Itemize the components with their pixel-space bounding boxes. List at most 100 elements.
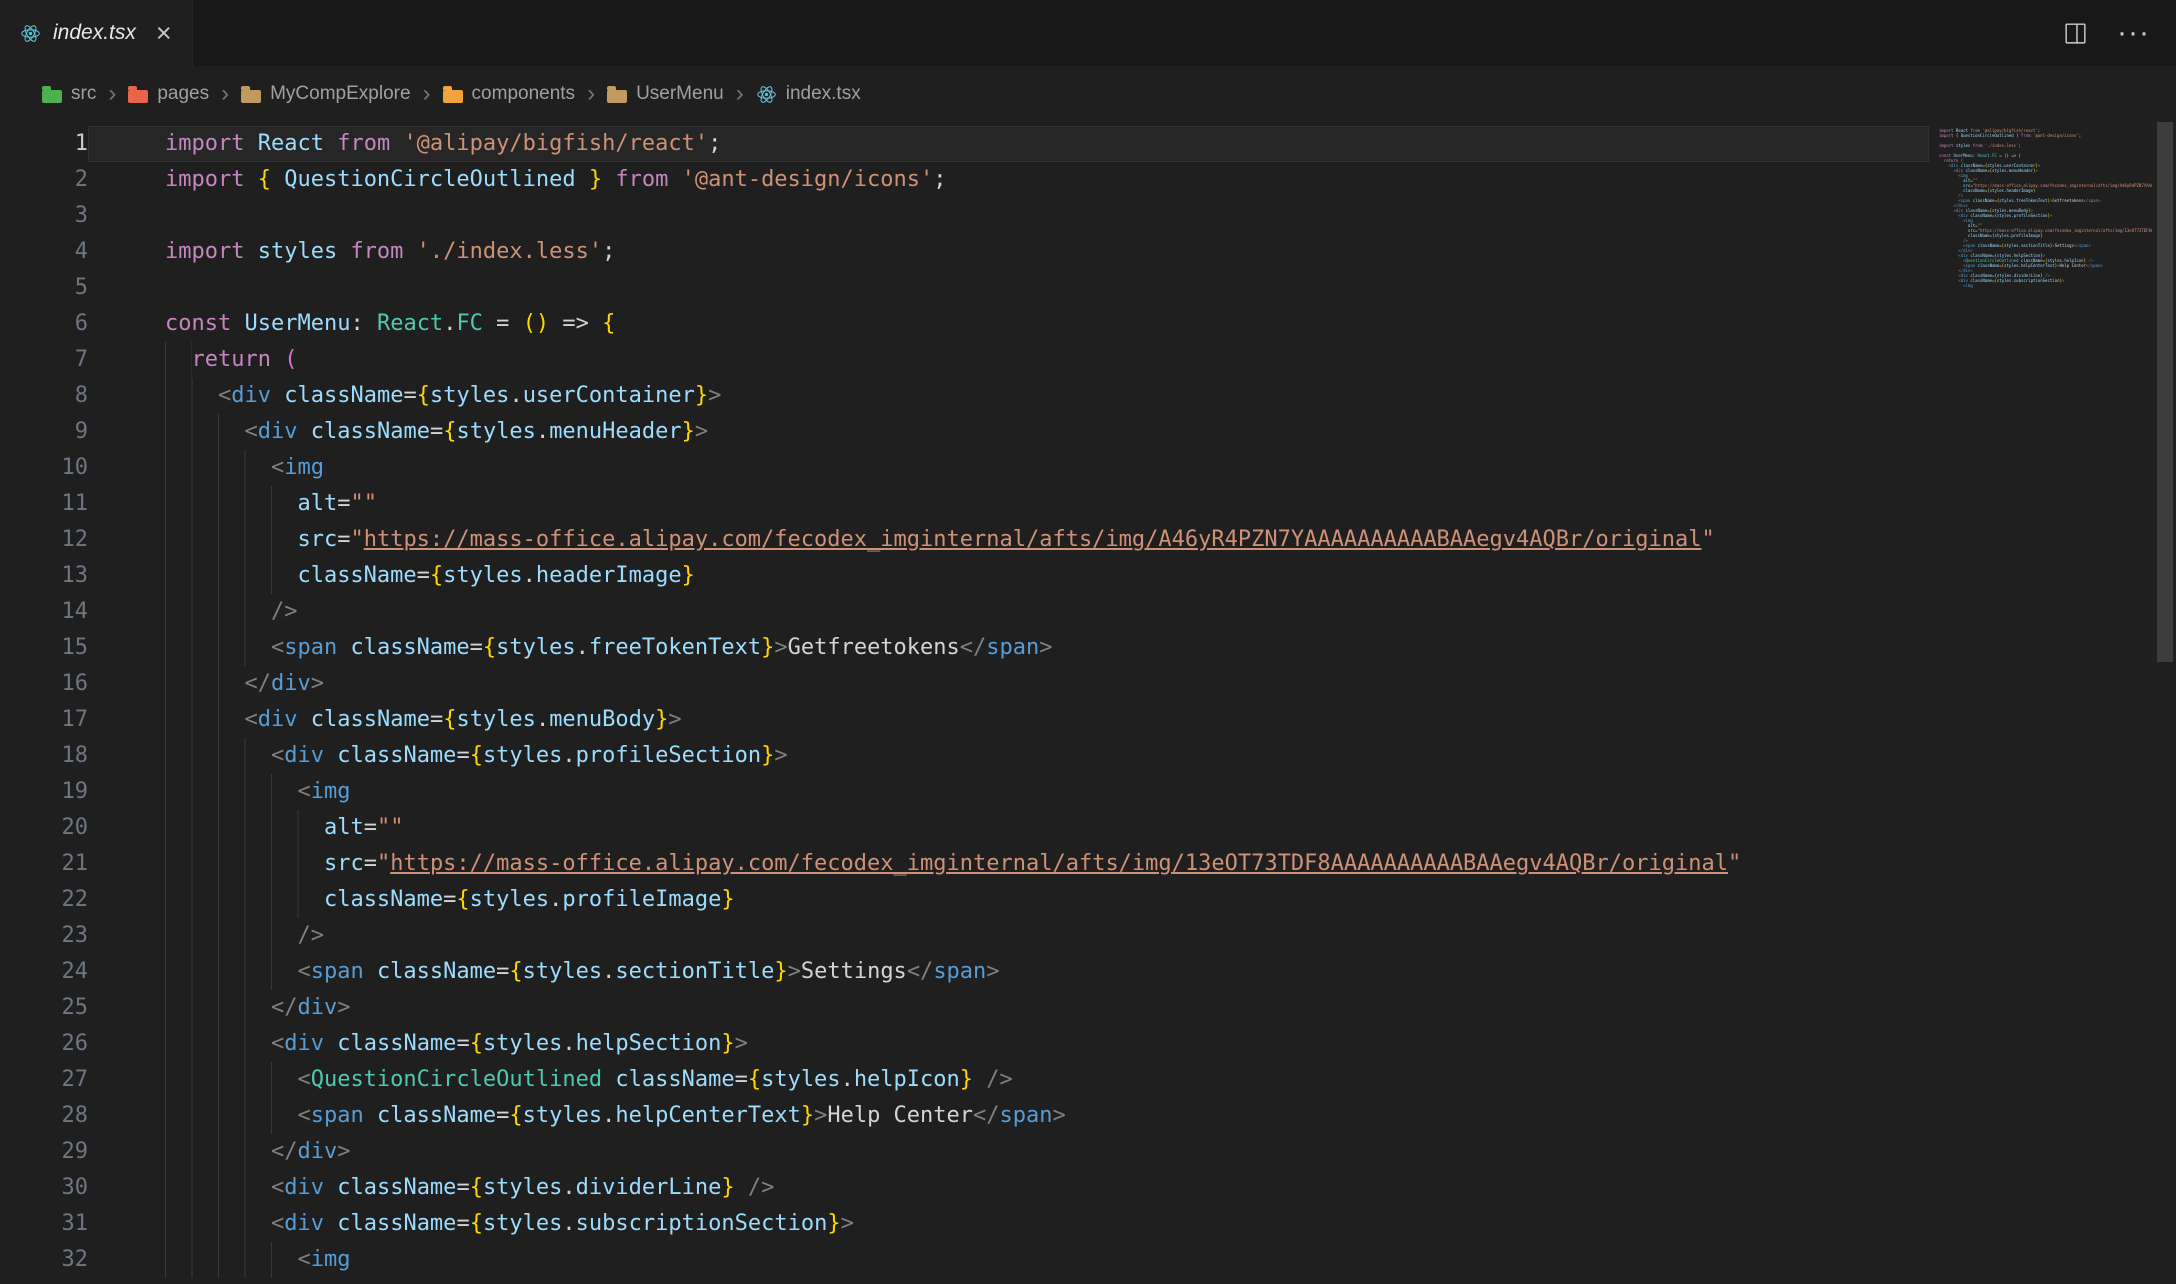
code-line-content[interactable]: <div className={styles.menuHeader}>: [88, 414, 1929, 450]
line-number[interactable]: 1: [0, 126, 88, 162]
code-line-content[interactable]: [88, 198, 1929, 234]
tab-index-tsx[interactable]: index.tsx ×: [0, 0, 193, 66]
line-number[interactable]: 20: [0, 810, 88, 846]
code-line-content[interactable]: src="https://mass-office.alipay.com/feco…: [88, 846, 1929, 882]
code-line-13[interactable]: 13 className={styles.headerImage}: [0, 558, 1929, 594]
code-area[interactable]: 1import React from '@alipay/bigfish/reac…: [0, 122, 1929, 1284]
code-line-content[interactable]: <div className={styles.subscriptionSecti…: [88, 1206, 1929, 1242]
code-line-30[interactable]: 30 <div className={styles.dividerLine} /…: [0, 1170, 1929, 1206]
breadcrumb-item-components[interactable]: components: [443, 83, 576, 105]
code-line-19[interactable]: 19 <img: [0, 774, 1929, 810]
code-line-20[interactable]: 20 alt="": [0, 810, 1929, 846]
split-editor-icon[interactable]: [2064, 22, 2087, 45]
code-line-1[interactable]: 1import React from '@alipay/bigfish/reac…: [0, 126, 1929, 162]
line-number[interactable]: 5: [0, 270, 88, 306]
breadcrumb-item-mycompexplore[interactable]: MyCompExplore: [241, 83, 410, 105]
minimap[interactable]: import React from '@alipay/bigfish/react…: [1929, 122, 2154, 1284]
more-actions-icon[interactable]: ···: [2117, 18, 2150, 48]
code-line-content[interactable]: <div className={styles.dividerLine} />: [88, 1170, 1929, 1206]
code-line-content[interactable]: import { QuestionCircleOutlined } from '…: [88, 162, 1929, 198]
code-line-content[interactable]: import React from '@alipay/bigfish/react…: [88, 126, 1929, 162]
line-number[interactable]: 12: [0, 522, 88, 558]
code-line-content[interactable]: <span className={styles.sectionTitle}>Se…: [88, 954, 1929, 990]
line-number[interactable]: 2: [0, 162, 88, 198]
code-line-content[interactable]: <div className={styles.menuBody}>: [88, 702, 1929, 738]
breadcrumb-item-src[interactable]: src: [42, 83, 96, 105]
line-number[interactable]: 7: [0, 342, 88, 378]
code-line-29[interactable]: 29 </div>: [0, 1134, 1929, 1170]
line-number[interactable]: 11: [0, 486, 88, 522]
vertical-scrollbar[interactable]: [2154, 122, 2176, 1284]
code-line-11[interactable]: 11 alt="": [0, 486, 1929, 522]
line-number[interactable]: 17: [0, 702, 88, 738]
code-line-15[interactable]: 15 <span className={styles.freeTokenText…: [0, 630, 1929, 666]
code-line-content[interactable]: <span className={styles.freeTokenText}>G…: [88, 630, 1929, 666]
line-number[interactable]: 21: [0, 846, 88, 882]
code-line-content[interactable]: className={styles.headerImage}: [88, 558, 1929, 594]
line-number[interactable]: 16: [0, 666, 88, 702]
code-line-3[interactable]: 3: [0, 198, 1929, 234]
code-line-content[interactable]: </div>: [88, 990, 1929, 1026]
breadcrumb-item-pages[interactable]: pages: [128, 83, 209, 105]
line-number[interactable]: 3: [0, 198, 88, 234]
line-number[interactable]: 28: [0, 1098, 88, 1134]
code-line-9[interactable]: 9 <div className={styles.menuHeader}>: [0, 414, 1929, 450]
code-line-content[interactable]: </div>: [88, 1134, 1929, 1170]
line-number[interactable]: 18: [0, 738, 88, 774]
code-line-content[interactable]: <img: [88, 450, 1929, 486]
line-number[interactable]: 27: [0, 1062, 88, 1098]
code-line-7[interactable]: 7 return (: [0, 342, 1929, 378]
line-number[interactable]: 4: [0, 234, 88, 270]
code-line-6[interactable]: 6const UserMenu: React.FC = () => {: [0, 306, 1929, 342]
scrollbar-thumb[interactable]: [2157, 122, 2173, 662]
code-line-14[interactable]: 14 />: [0, 594, 1929, 630]
code-line-18[interactable]: 18 <div className={styles.profileSection…: [0, 738, 1929, 774]
line-number[interactable]: 30: [0, 1170, 88, 1206]
code-line-content[interactable]: <div className={styles.helpSection}>: [88, 1026, 1929, 1062]
code-line-32[interactable]: 32 <img: [0, 1242, 1929, 1278]
code-line-content[interactable]: const UserMenu: React.FC = () => {: [88, 306, 1929, 342]
code-line-25[interactable]: 25 </div>: [0, 990, 1929, 1026]
code-line-21[interactable]: 21 src="https://mass-office.alipay.com/f…: [0, 846, 1929, 882]
line-number[interactable]: 31: [0, 1206, 88, 1242]
line-number[interactable]: 15: [0, 630, 88, 666]
line-number[interactable]: 22: [0, 882, 88, 918]
line-number[interactable]: 10: [0, 450, 88, 486]
line-number[interactable]: 29: [0, 1134, 88, 1170]
code-line-2[interactable]: 2import { QuestionCircleOutlined } from …: [0, 162, 1929, 198]
code-line-12[interactable]: 12 src="https://mass-office.alipay.com/f…: [0, 522, 1929, 558]
line-number[interactable]: 25: [0, 990, 88, 1026]
code-line-17[interactable]: 17 <div className={styles.menuBody}>: [0, 702, 1929, 738]
code-line-content[interactable]: <div className={styles.userContainer}>: [88, 378, 1929, 414]
code-line-5[interactable]: 5: [0, 270, 1929, 306]
line-number[interactable]: 24: [0, 954, 88, 990]
line-number[interactable]: 26: [0, 1026, 88, 1062]
code-line-content[interactable]: <span className={styles.helpCenterText}>…: [88, 1098, 1929, 1134]
line-number[interactable]: 9: [0, 414, 88, 450]
code-line-31[interactable]: 31 <div className={styles.subscriptionSe…: [0, 1206, 1929, 1242]
line-number[interactable]: 32: [0, 1242, 88, 1278]
code-line-content[interactable]: return (: [88, 342, 1929, 378]
code-line-content[interactable]: import styles from './index.less';: [88, 234, 1929, 270]
code-line-content[interactable]: <QuestionCircleOutlined className={style…: [88, 1062, 1929, 1098]
code-line-content[interactable]: />: [88, 918, 1929, 954]
code-line-26[interactable]: 26 <div className={styles.helpSection}>: [0, 1026, 1929, 1062]
breadcrumb-item-usermenu[interactable]: UserMenu: [607, 83, 724, 105]
code-line-23[interactable]: 23 />: [0, 918, 1929, 954]
code-line-content[interactable]: src="https://mass-office.alipay.com/feco…: [88, 522, 1929, 558]
code-line-content[interactable]: [88, 270, 1929, 306]
code-line-content[interactable]: alt="": [88, 810, 1929, 846]
code-line-content[interactable]: <img: [88, 774, 1929, 810]
code-line-content[interactable]: alt="": [88, 486, 1929, 522]
code-line-22[interactable]: 22 className={styles.profileImage}: [0, 882, 1929, 918]
code-line-4[interactable]: 4import styles from './index.less';: [0, 234, 1929, 270]
line-number[interactable]: 23: [0, 918, 88, 954]
code-line-27[interactable]: 27 <QuestionCircleOutlined className={st…: [0, 1062, 1929, 1098]
code-line-24[interactable]: 24 <span className={styles.sectionTitle}…: [0, 954, 1929, 990]
code-line-content[interactable]: </div>: [88, 666, 1929, 702]
breadcrumb-item-index.tsx[interactable]: index.tsx: [756, 83, 861, 105]
code-line-10[interactable]: 10 <img: [0, 450, 1929, 486]
code-line-content[interactable]: <div className={styles.profileSection}>: [88, 738, 1929, 774]
code-line-content[interactable]: />: [88, 594, 1929, 630]
line-number[interactable]: 8: [0, 378, 88, 414]
